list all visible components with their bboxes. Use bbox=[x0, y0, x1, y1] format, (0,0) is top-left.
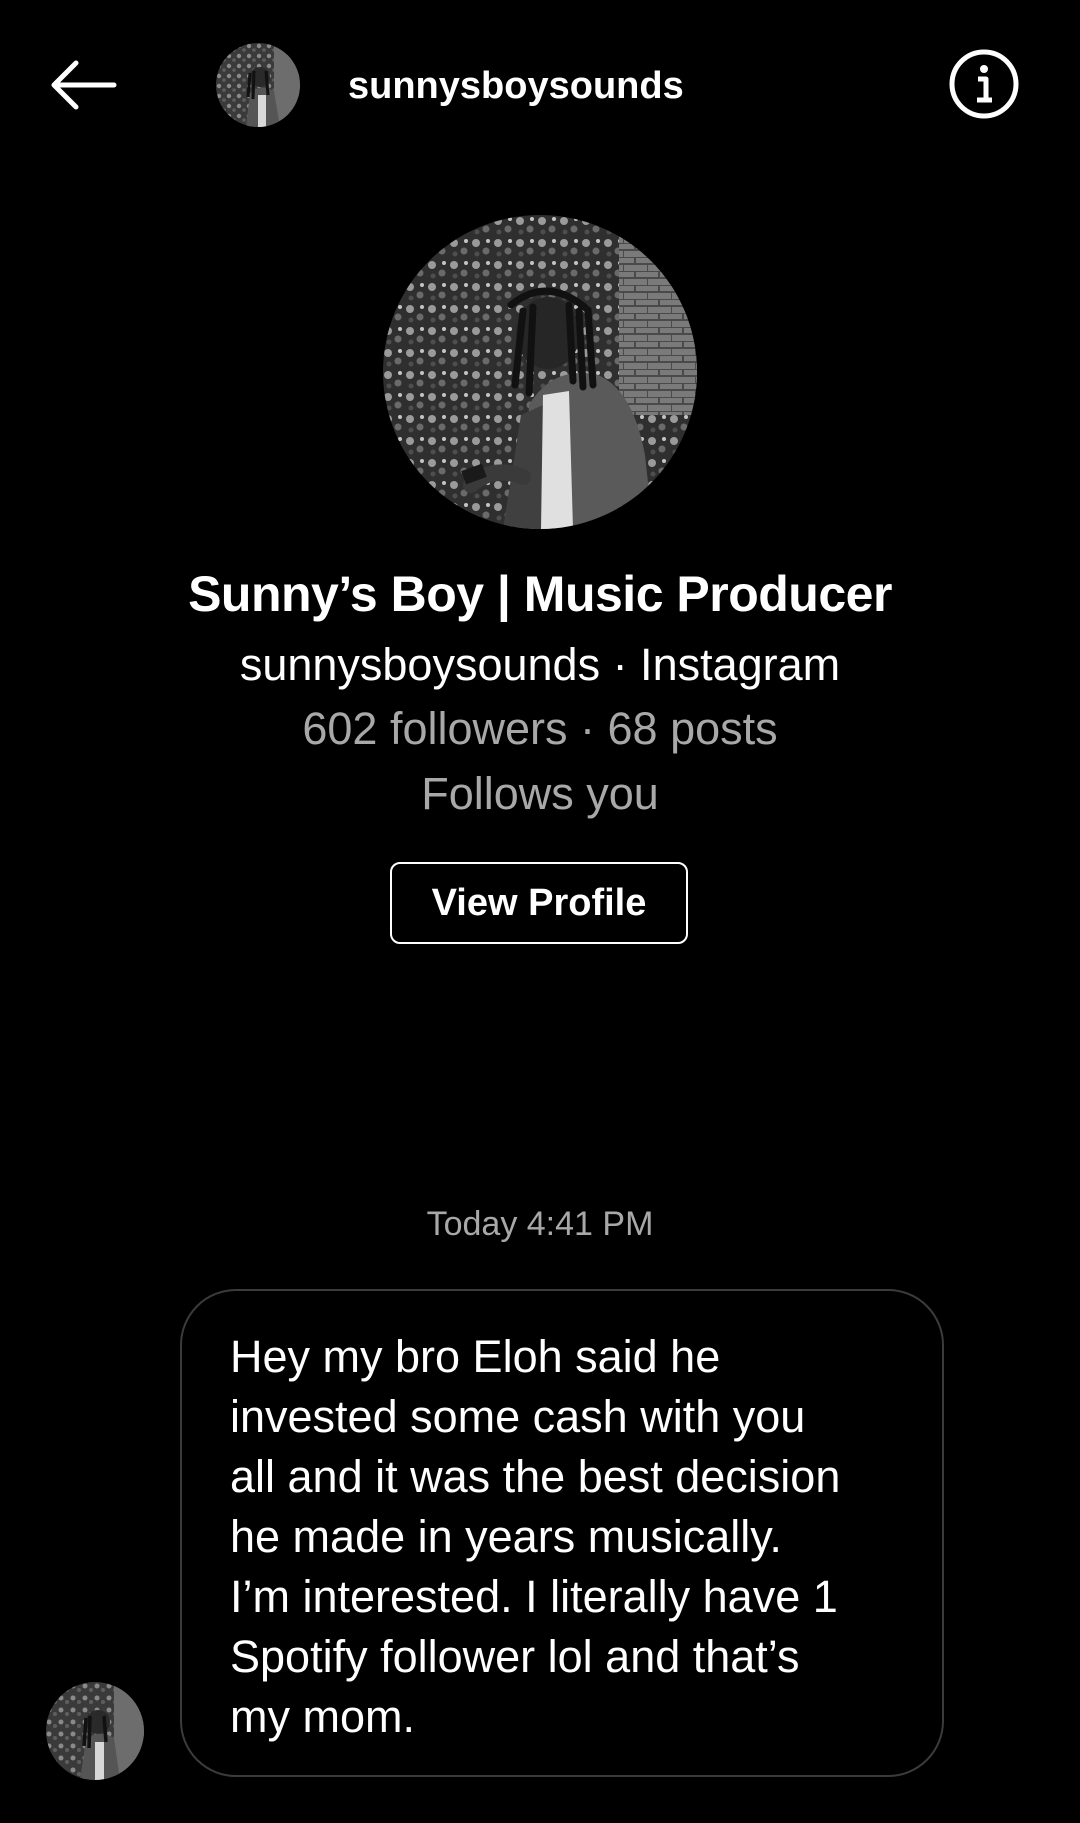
profile-stats: 602 followers · 68 posts bbox=[302, 703, 778, 754]
info-button[interactable] bbox=[948, 48, 1020, 120]
follows-you-label: Follows you bbox=[421, 768, 659, 819]
header-avatar[interactable] bbox=[216, 43, 300, 127]
message-bubble[interactable]: Hey my bro Eloh said he invested some ca… bbox=[180, 1289, 944, 1777]
message-text: Hey my bro Eloh said he invested some ca… bbox=[230, 1331, 841, 1742]
arrow-left-icon bbox=[51, 60, 117, 110]
back-button[interactable] bbox=[40, 50, 126, 120]
profile-photo[interactable] bbox=[383, 215, 697, 529]
message-timestamp: Today 4:41 PM bbox=[426, 1205, 654, 1243]
sender-avatar[interactable] bbox=[46, 1682, 144, 1780]
view-profile-button[interactable]: View Profile bbox=[390, 862, 688, 944]
header-username[interactable]: sunnysboysounds bbox=[348, 64, 684, 108]
profile-display-name: Sunny’s Boy | Music Producer bbox=[188, 566, 892, 622]
avatar-photo bbox=[216, 43, 300, 127]
avatar-photo bbox=[46, 1682, 144, 1780]
profile-photo-image bbox=[383, 215, 697, 529]
info-circle-icon bbox=[949, 49, 1019, 119]
conversation-header: sunnysboysounds bbox=[0, 0, 1080, 170]
profile-subtitle: sunnysboysounds · Instagram bbox=[239, 639, 841, 690]
